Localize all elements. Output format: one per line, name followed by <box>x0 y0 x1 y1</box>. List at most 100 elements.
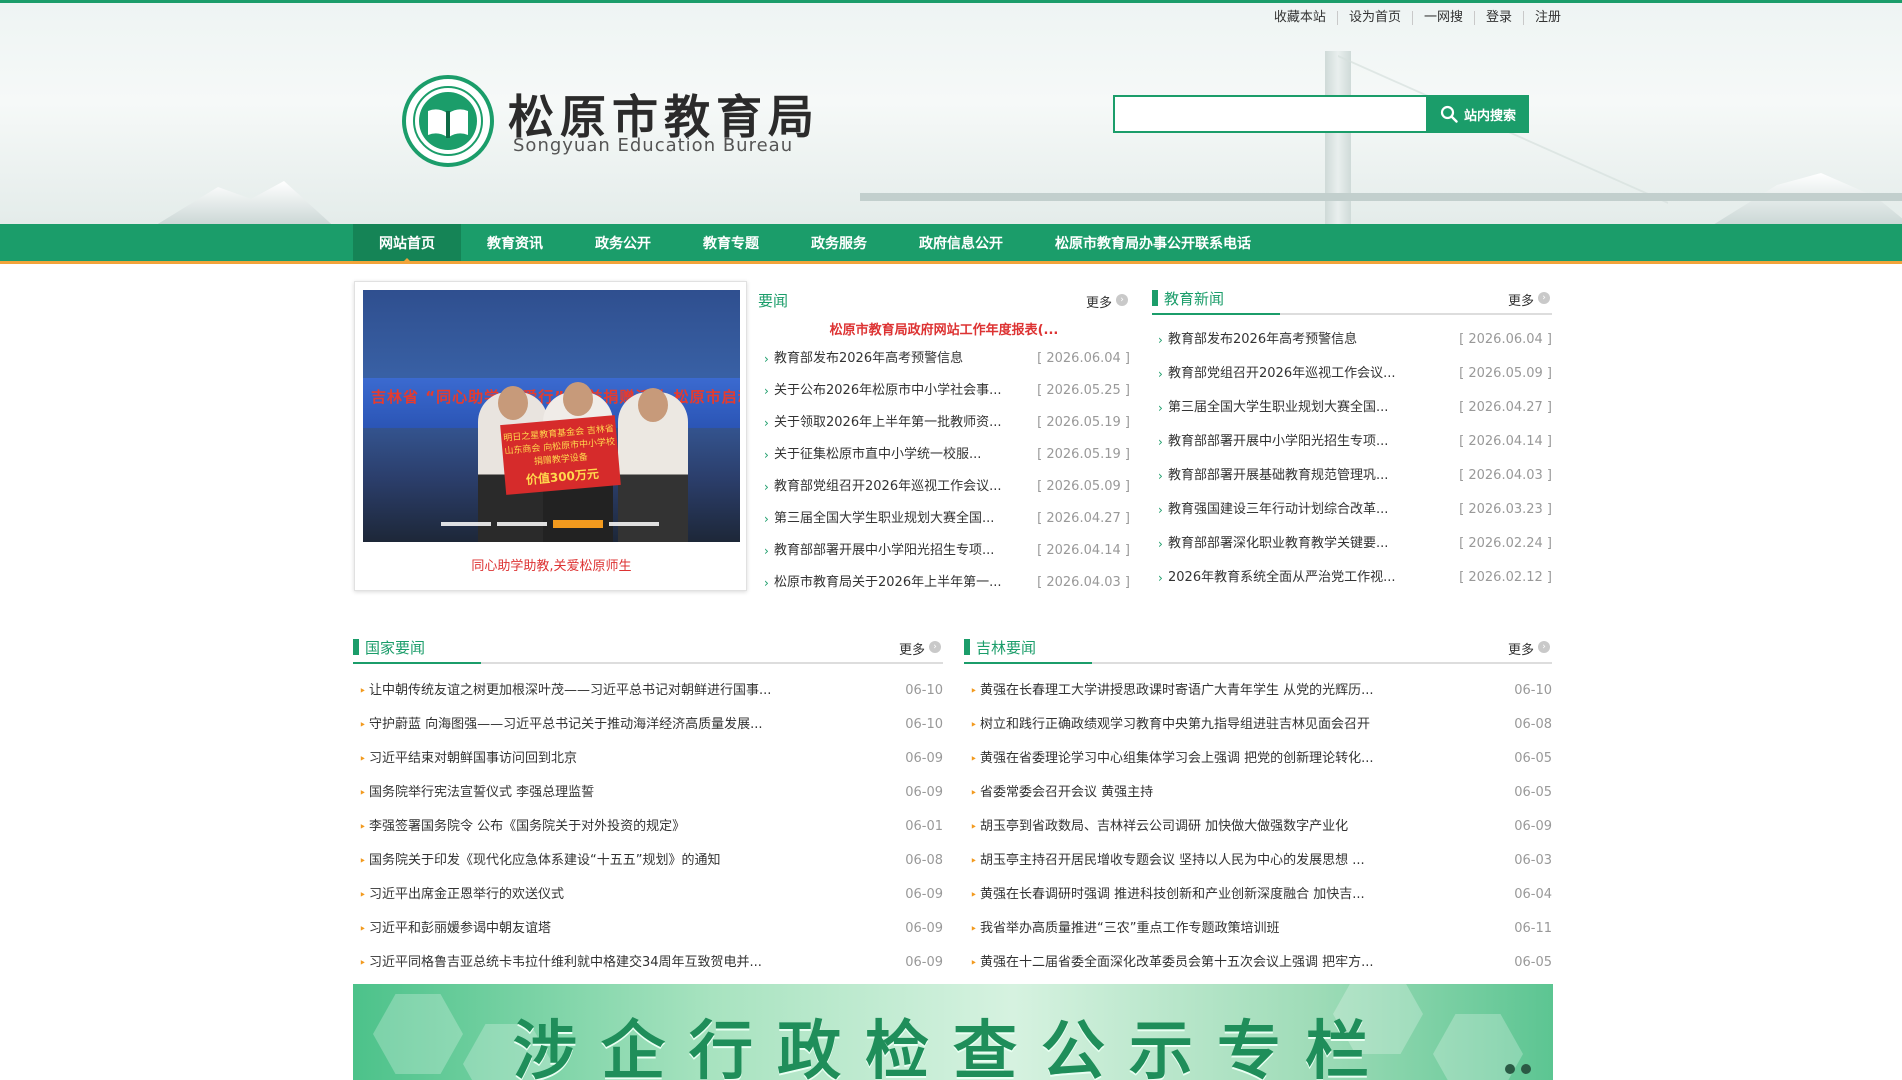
news-item[interactable]: › 关于领取2026年上半年第一批教师资... [ 2026.05.19 ] <box>758 407 1130 439</box>
news-item[interactable]: ‣ 国务院关于印发《现代化应急体系建设“十五五”规划》的通知 06-08 <box>353 844 943 878</box>
news-item[interactable]: ‣ 黄强在省委理论学习中心组集体学习会上强调 把党的创新理论转化... 06-05 <box>964 742 1552 776</box>
news-item-title[interactable]: 守护蔚蓝 向海图强——习近平总书记关于推动海洋经济高质量发展... <box>369 708 849 742</box>
news-item-title[interactable]: 习近平结束对朝鲜国事访问回到北京 <box>369 742 849 776</box>
news-item-title[interactable]: 李强签署国务院令 公布《国务院关于对外投资的规定》 <box>369 810 849 844</box>
national-news-title[interactable]: 国家要闻 <box>352 637 425 658</box>
nav-government-affairs[interactable]: 政务公开 <box>569 224 677 261</box>
nav-contact-phone[interactable]: 松原市教育局办事公开联系电话 <box>1029 224 1277 261</box>
news-item-title[interactable]: 教育部部署开展基础教育规范管理巩... <box>1168 459 1438 493</box>
news-item-title[interactable]: 树立和践行正确政绩观学习教育中央第九指导组进驻吉林见面会召开 <box>980 708 1450 742</box>
top-link-register[interactable]: 注册 <box>1522 11 1572 25</box>
promo-dot[interactable] <box>1505 1064 1515 1074</box>
yaowen-title[interactable]: 要闻 <box>758 290 788 311</box>
news-item[interactable]: ‣ 树立和践行正确政绩观学习教育中央第九指导组进驻吉林见面会召开 06-08 <box>964 708 1552 742</box>
news-item[interactable]: › 教育部部署开展中小学阳光招生专项... [ 2026.04.14 ] <box>758 535 1130 567</box>
news-item[interactable]: ‣ 我省举办高质量推进“三农”重点工作专题政策培训班 06-11 <box>964 912 1552 946</box>
news-item[interactable]: › 教育部党组召开2026年巡视工作会议... [ 2026.05.09 ] <box>1152 357 1552 391</box>
news-item[interactable]: › 教育强国建设三年行动计划综合改革... [ 2026.03.23 ] <box>1152 493 1552 527</box>
news-item-title[interactable]: 国务院举行宪法宣誓仪式 李强总理监誓 <box>369 776 849 810</box>
news-item-title[interactable]: 教育部发布2026年高考预警信息 <box>1168 323 1438 357</box>
news-item-title[interactable]: 省委常委会召开会议 黄强主持 <box>980 776 1450 810</box>
news-item-title[interactable]: 让中朝传统友谊之树更加根深叶茂——习近平总书记对朝鲜进行国事... <box>369 674 849 708</box>
slide-dot[interactable] <box>441 522 491 526</box>
news-item[interactable]: › 第三届全国大学生职业规划大赛全国... [ 2026.04.27 ] <box>758 503 1130 535</box>
news-item[interactable]: › 教育部发布2026年高考预警信息 [ 2026.06.04 ] <box>758 343 1130 375</box>
news-item-title[interactable]: 习近平和彭丽媛参谒中朝友谊塔 <box>369 912 849 946</box>
slide-photo[interactable]: 吉林省 “同心助学 关爱行” 公益捐赠活动 松原市启动仪式暨捐赠仪式 明日之星教… <box>363 290 740 542</box>
news-item-title[interactable]: 2026年教育系统全面从严治党工作视... <box>1168 561 1438 595</box>
news-item-title[interactable]: 教育部部署开展中小学阳光招生专项... <box>1168 425 1438 459</box>
news-item[interactable]: ‣ 习近平和彭丽媛参谒中朝友谊塔 06-09 <box>353 912 943 946</box>
news-item-title[interactable]: 习近平出席金正恩举行的欢送仪式 <box>369 878 849 912</box>
slide-dot[interactable] <box>553 520 603 528</box>
news-item-title[interactable]: 关于公布2026年松原市中小学社会事... <box>774 375 1024 407</box>
news-item-title[interactable]: 胡玉亭到省政数局、吉林祥云公司调研 加快做大做强数字产业化 <box>980 810 1450 844</box>
national-news-more-link[interactable]: 更多 <box>899 639 925 658</box>
news-item[interactable]: ‣ 李强签署国务院令 公布《国务院关于对外投资的规定》 06-01 <box>353 810 943 844</box>
news-item[interactable]: › 第三届全国大学生职业规划大赛全国... [ 2026.04.27 ] <box>1152 391 1552 425</box>
news-item-title[interactable]: 教育部党组召开2026年巡视工作会议... <box>774 471 1024 503</box>
news-item-title[interactable]: 习近平同格鲁吉亚总统卡韦拉什维利就中格建交34周年互致贺电并... <box>369 946 849 980</box>
more-arrow-icon[interactable]: › <box>929 641 941 653</box>
image-slider[interactable]: 吉林省 “同心助学 关爱行” 公益捐赠活动 松原市启动仪式暨捐赠仪式 明日之星教… <box>354 281 747 591</box>
promo-dot[interactable] <box>1521 1064 1531 1074</box>
news-item[interactable]: › 关于公布2026年松原市中小学社会事... [ 2026.05.25 ] <box>758 375 1130 407</box>
yaowen-headline[interactable]: 松原市教育局政府网站工作年度报表(... <box>758 319 1130 338</box>
slide-caption[interactable]: 同心助学助教,关爱松原师生 <box>355 555 748 574</box>
news-item-title[interactable]: 第三届全国大学生职业规划大赛全国... <box>1168 391 1438 425</box>
nav-education-topics[interactable]: 教育专题 <box>677 224 785 261</box>
news-item-title[interactable]: 第三届全国大学生职业规划大赛全国... <box>774 503 1024 535</box>
yaowen-more-link[interactable]: 更多 <box>1086 292 1112 311</box>
news-item[interactable]: › 教育部部署开展中小学阳光招生专项... [ 2026.04.14 ] <box>1152 425 1552 459</box>
news-item-title[interactable]: 国务院关于印发《现代化应急体系建设“十五五”规划》的通知 <box>369 844 849 878</box>
news-item-title[interactable]: 黄强在十二届省委全面深化改革委员会第十五次会议上强调 把牢方... <box>980 946 1450 980</box>
education-news-more-link[interactable]: 更多 <box>1508 290 1534 309</box>
news-item-title[interactable]: 教育强国建设三年行动计划综合改革... <box>1168 493 1438 527</box>
news-item[interactable]: › 关于征集松原市直中小学统一校服... [ 2026.05.19 ] <box>758 439 1130 471</box>
news-item[interactable]: ‣ 省委常委会召开会议 黄强主持 06-05 <box>964 776 1552 810</box>
news-item[interactable]: › 教育部部署深化职业教育教学关键要... [ 2026.02.24 ] <box>1152 527 1552 561</box>
promo-banner[interactable]: 涉企行政检查公示专栏 <box>353 984 1553 1080</box>
nav-education-info[interactable]: 教育资讯 <box>461 224 569 261</box>
top-link-one-search[interactable]: 一网搜 <box>1411 11 1474 25</box>
news-item[interactable]: › 松原市教育局关于2026年上半年第一... [ 2026.04.03 ] <box>758 567 1130 599</box>
news-item-title[interactable]: 黄强在省委理论学习中心组集体学习会上强调 把党的创新理论转化... <box>980 742 1450 776</box>
more-arrow-icon[interactable]: › <box>1538 292 1550 304</box>
news-item-title[interactable]: 我省举办高质量推进“三农”重点工作专题政策培训班 <box>980 912 1450 946</box>
logo-emblem-icon[interactable] <box>402 75 494 167</box>
news-item[interactable]: ‣ 习近平结束对朝鲜国事访问回到北京 06-09 <box>353 742 943 776</box>
news-item-title[interactable]: 教育部部署深化职业教育教学关键要... <box>1168 527 1438 561</box>
news-item-title[interactable]: 教育部部署开展中小学阳光招生专项... <box>774 535 1024 567</box>
nav-government-services[interactable]: 政务服务 <box>785 224 893 261</box>
news-item[interactable]: ‣ 黄强在长春理工大学讲授思政课时寄语广大青年学生 从党的光辉历... 06-10 <box>964 674 1552 708</box>
more-arrow-icon[interactable]: › <box>1116 294 1128 306</box>
news-item[interactable]: › 教育部部署开展基础教育规范管理巩... [ 2026.04.03 ] <box>1152 459 1552 493</box>
slide-dot[interactable] <box>609 522 659 526</box>
nav-home[interactable]: 网站首页 <box>353 224 461 264</box>
top-link-set-homepage[interactable]: 设为首页 <box>1336 11 1412 25</box>
news-item[interactable]: › 教育部发布2026年高考预警信息 [ 2026.06.04 ] <box>1152 323 1552 357</box>
news-item-title[interactable]: 松原市教育局关于2026年上半年第一... <box>774 567 1024 599</box>
slide-dot[interactable] <box>497 522 547 526</box>
search-input[interactable] <box>1113 95 1428 133</box>
search-button[interactable]: 站内搜索 <box>1427 95 1529 133</box>
news-item[interactable]: ‣ 守护蔚蓝 向海图强——习近平总书记关于推动海洋经济高质量发展... 06-10 <box>353 708 943 742</box>
news-item[interactable]: ‣ 黄强在长春调研时强调 推进科技创新和产业创新深度融合 加快吉... 06-04 <box>964 878 1552 912</box>
jilin-news-title[interactable]: 吉林要闻 <box>963 637 1036 658</box>
news-item-title[interactable]: 关于征集松原市直中小学统一校服... <box>774 439 1024 471</box>
news-item-title[interactable]: 黄强在长春调研时强调 推进科技创新和产业创新深度融合 加快吉... <box>980 878 1450 912</box>
news-item[interactable]: ‣ 胡玉亭到省政数局、吉林祥云公司调研 加快做大做强数字产业化 06-09 <box>964 810 1552 844</box>
news-item-title[interactable]: 教育部党组召开2026年巡视工作会议... <box>1168 357 1438 391</box>
news-item[interactable]: ‣ 胡玉亭主持召开居民增收专题会议 坚持以人民为中心的发展思想 ... 06-03 <box>964 844 1552 878</box>
news-item-title[interactable]: 教育部发布2026年高考预警信息 <box>774 343 1024 375</box>
news-item-title[interactable]: 关于领取2026年上半年第一批教师资... <box>774 407 1024 439</box>
news-item[interactable]: ‣ 习近平出席金正恩举行的欢送仪式 06-09 <box>353 878 943 912</box>
jilin-news-more-link[interactable]: 更多 <box>1508 639 1534 658</box>
top-link-bookmark[interactable]: 收藏本站 <box>1263 11 1337 25</box>
news-item[interactable]: ‣ 黄强在十二届省委全面深化改革委员会第十五次会议上强调 把牢方... 06-05 <box>964 946 1552 980</box>
news-item[interactable]: ‣ 国务院举行宪法宣誓仪式 李强总理监誓 06-09 <box>353 776 943 810</box>
top-link-login[interactable]: 登录 <box>1473 11 1523 25</box>
education-news-title[interactable]: 教育新闻 <box>1151 288 1224 309</box>
news-item[interactable]: ‣ 习近平同格鲁吉亚总统卡韦拉什维利就中格建交34周年互致贺电并... 06-09 <box>353 946 943 980</box>
news-item[interactable]: ‣ 让中朝传统友谊之树更加根深叶茂——习近平总书记对朝鲜进行国事... 06-10 <box>353 674 943 708</box>
